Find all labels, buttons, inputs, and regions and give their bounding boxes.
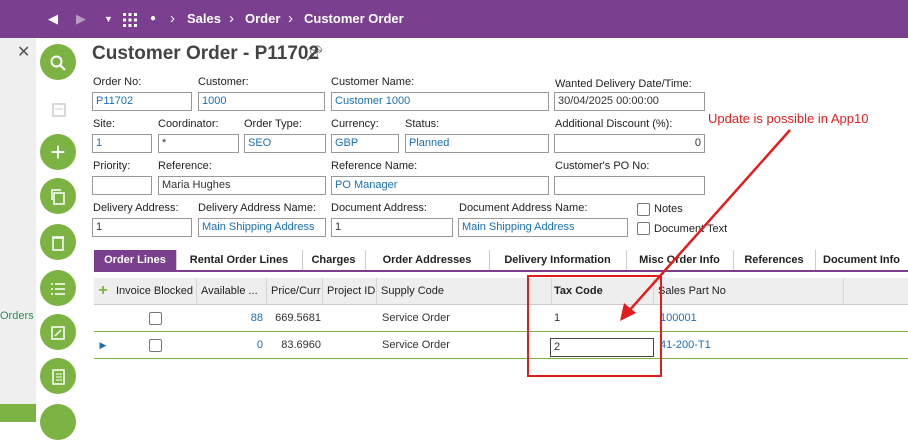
annotation-arrow-icon	[620, 129, 791, 321]
annotation-text: Update is possible in App10	[708, 111, 869, 126]
